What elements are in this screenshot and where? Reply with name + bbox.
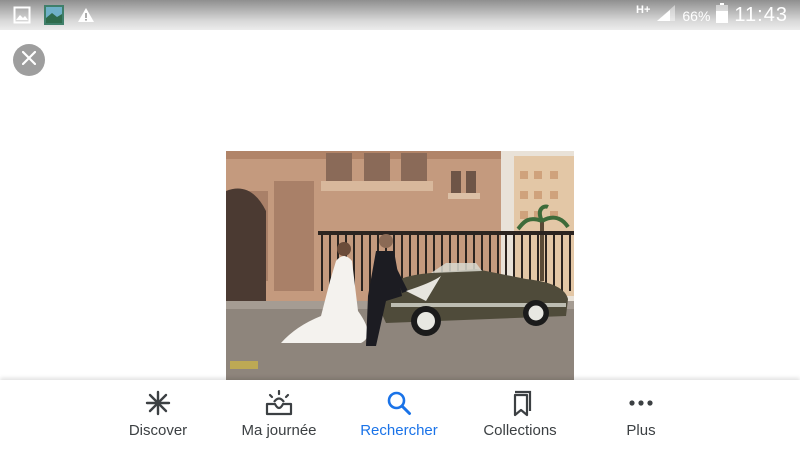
- nav-discover-label: Discover: [128, 422, 188, 439]
- network-type: H+: [636, 3, 651, 16]
- battery-icon: [716, 3, 729, 28]
- status-bar: H+ 66% 11:43: [0, 0, 800, 30]
- close-icon: [21, 50, 37, 70]
- search-icon: [386, 388, 412, 418]
- nav-ma-journee[interactable]: Ma journée: [219, 388, 339, 444]
- nav-collections[interactable]: Collections: [460, 388, 580, 444]
- asterisk-icon: [145, 388, 171, 418]
- bookmarks-icon: [507, 388, 533, 418]
- nav-rechercher[interactable]: Rechercher: [339, 388, 459, 444]
- nav-plus-label: Plus: [626, 422, 656, 439]
- more-dots-icon: [628, 388, 654, 418]
- clock: 11:43: [734, 4, 788, 26]
- battery-level: 66%: [682, 7, 711, 24]
- nav-discover[interactable]: Discover: [98, 388, 218, 444]
- inbox-sun-icon: [264, 388, 294, 418]
- nav-collections-label: Collections: [483, 422, 557, 439]
- signal-icon: [656, 4, 676, 27]
- warning-icon: [76, 5, 96, 25]
- wedding-photo[interactable]: [226, 151, 574, 380]
- nav-ma-journee-label: Ma journée: [241, 422, 317, 439]
- close-button[interactable]: [13, 44, 45, 76]
- bottom-navigation: Discover Ma journée Rechercher Collectio…: [0, 380, 800, 450]
- gallery-icon: [12, 5, 32, 25]
- nav-plus[interactable]: Plus: [581, 388, 701, 444]
- nav-rechercher-label: Rechercher: [360, 422, 438, 439]
- app-thumbnail-icon: [44, 5, 64, 25]
